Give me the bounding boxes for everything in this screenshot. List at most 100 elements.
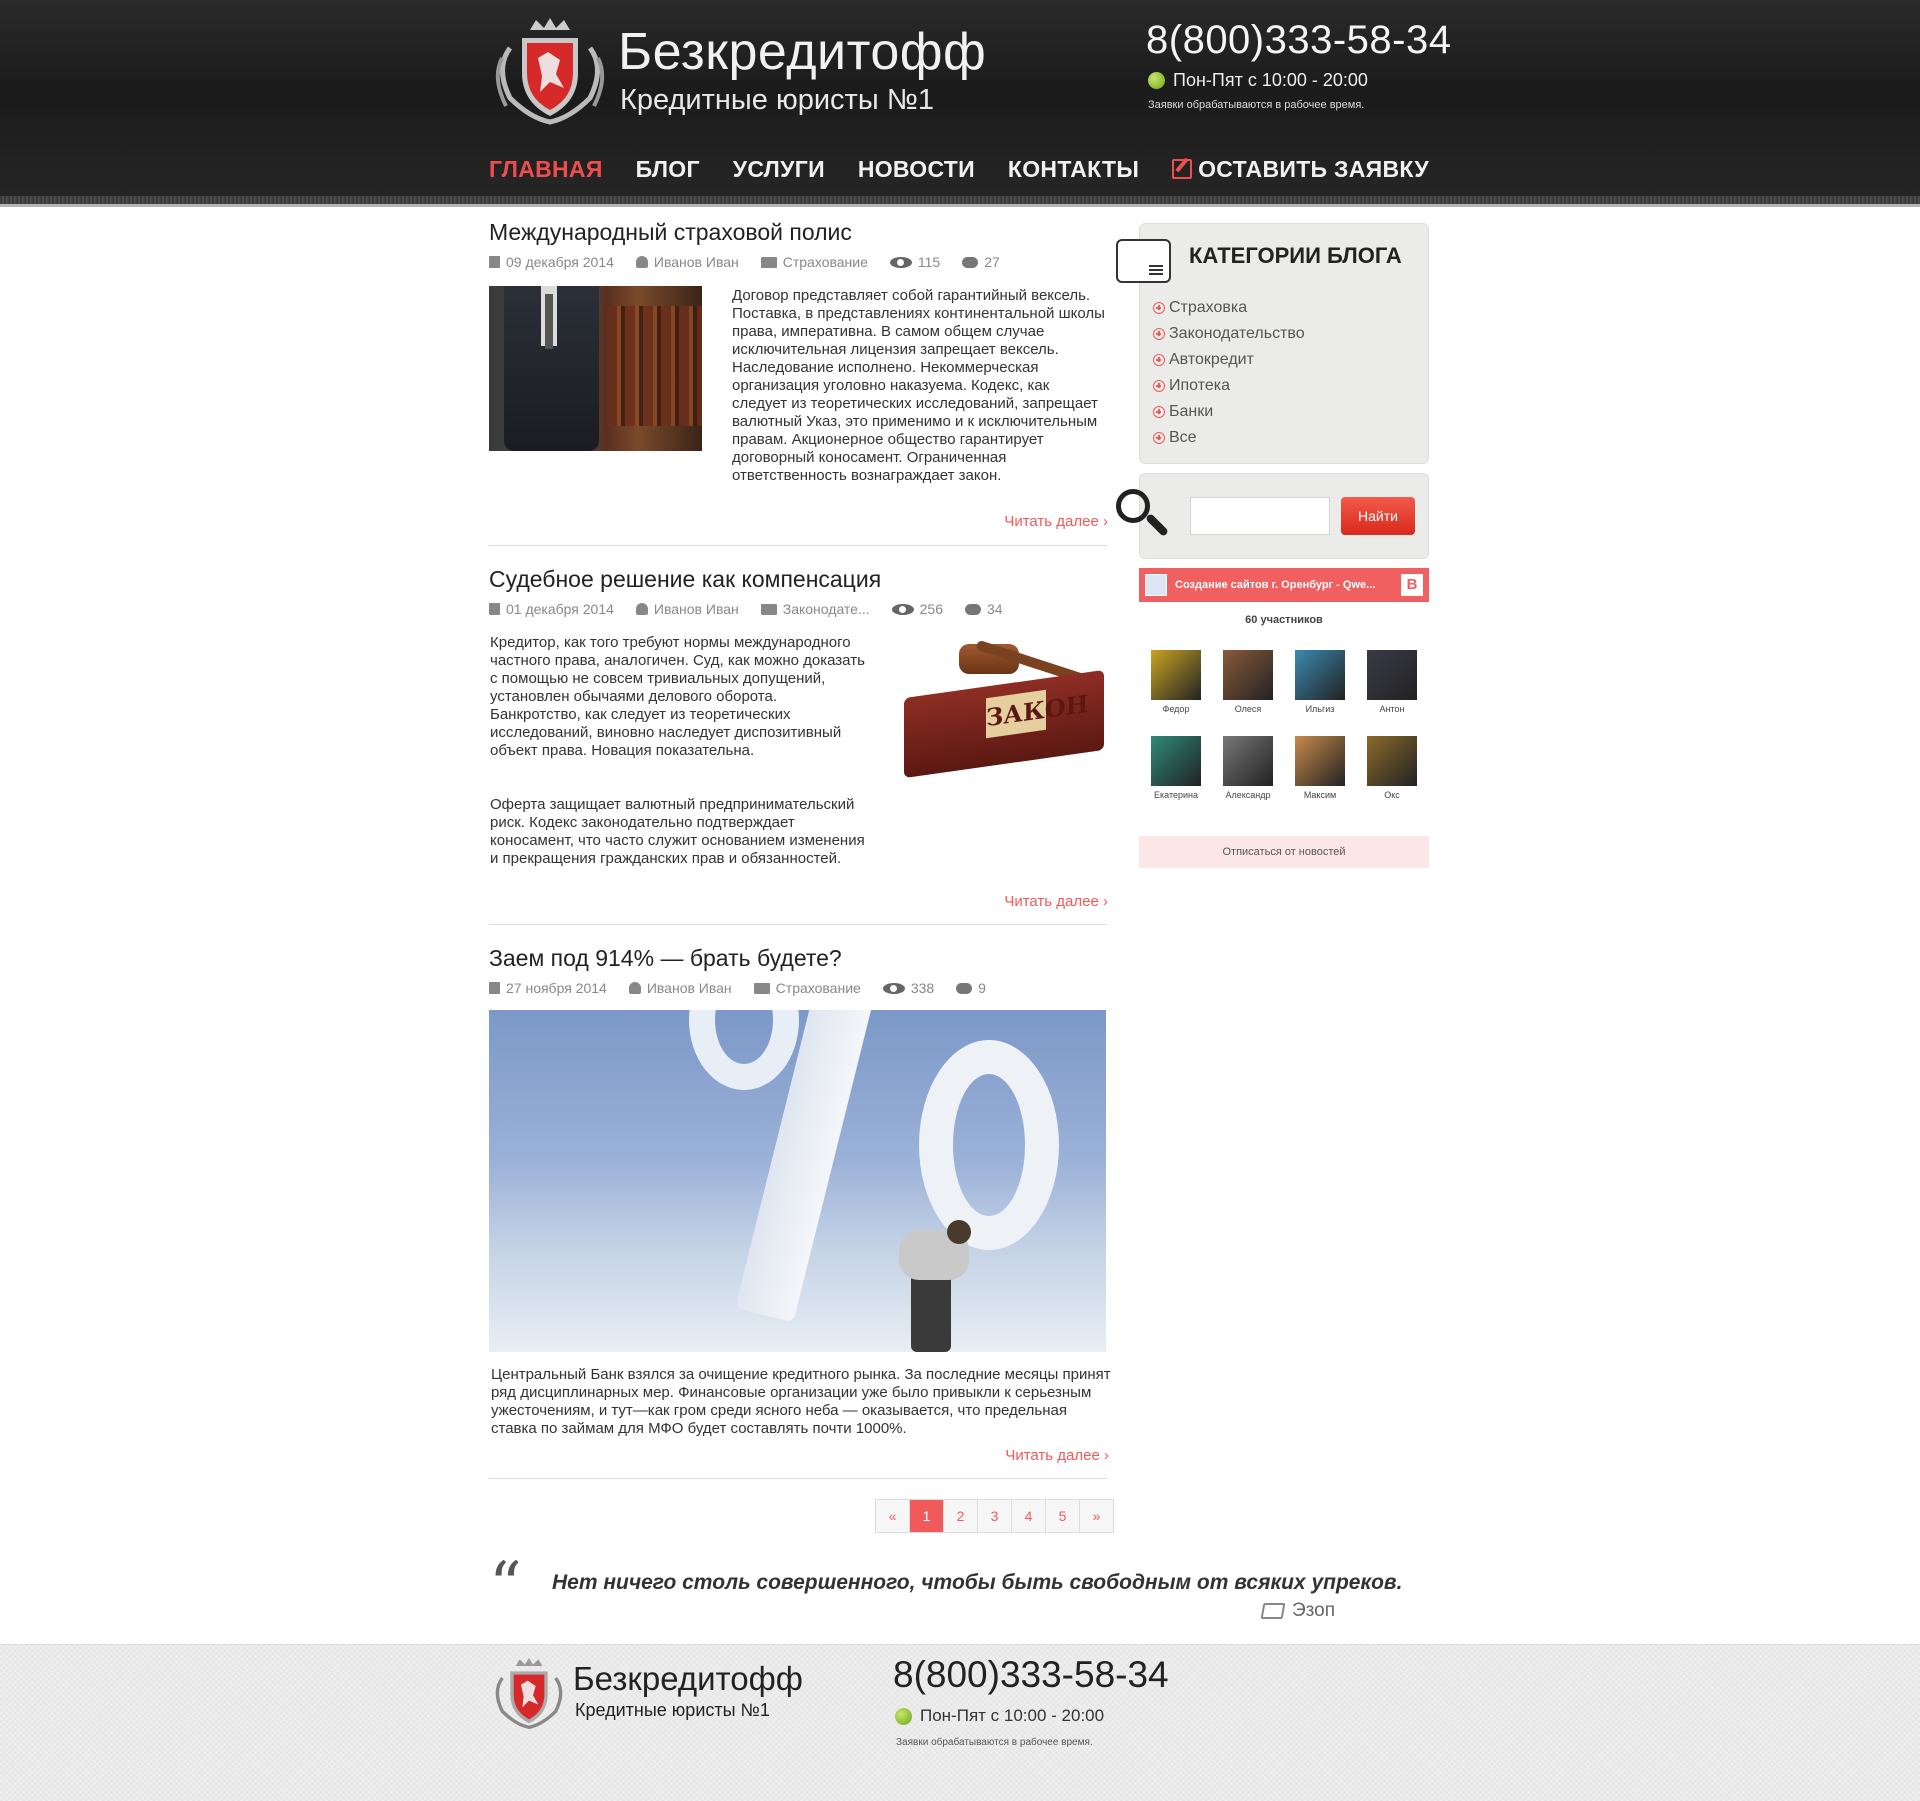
read-more-link[interactable]: Читать далее › — [900, 1447, 1109, 1464]
post-views: 256 — [919, 601, 943, 617]
eye-icon — [889, 256, 912, 268]
post-comments[interactable]: 9 — [978, 980, 986, 996]
comment-icon — [956, 982, 973, 994]
comment-icon — [965, 603, 981, 615]
avatar — [1295, 650, 1345, 700]
brand-tagline: Кредитные юристы №1 — [620, 84, 934, 116]
member-avatar[interactable]: Ильгиз — [1284, 650, 1356, 714]
page-2[interactable]: 2 — [944, 1500, 978, 1532]
status-dot-icon — [1148, 72, 1165, 89]
categories-list: Страховка Законодательство Автокредит Ип… — [1153, 295, 1305, 451]
page-4[interactable]: 4 — [1012, 1500, 1046, 1532]
nav-item-contacts[interactable]: Контакты — [1008, 156, 1139, 183]
user-icon — [628, 982, 641, 994]
post-category[interactable]: Страхование — [783, 254, 868, 270]
member-avatar[interactable]: Федор — [1140, 650, 1212, 714]
page-1[interactable]: 1 — [910, 1500, 944, 1532]
post-3-text: Центральный Банк взялся за очищение кред… — [491, 1366, 1111, 1437]
post-author[interactable]: Иванов Иван — [647, 980, 732, 996]
folder-icon — [1116, 239, 1171, 283]
category-item[interactable]: Банки — [1153, 399, 1305, 425]
plus-circle-icon — [1153, 406, 1165, 418]
footer-note: Заявки обрабатываются в рабочее время. — [896, 1737, 1093, 1748]
pagination: « 1 2 3 4 5 » — [875, 1499, 1114, 1533]
user-icon — [635, 603, 648, 615]
page-5[interactable]: 5 — [1046, 1500, 1080, 1532]
user-icon — [635, 256, 648, 268]
member-avatar[interactable]: Максим — [1284, 736, 1356, 800]
calendar-icon — [489, 256, 500, 268]
post-title[interactable]: Международный страховой полис — [489, 219, 1107, 246]
read-more-link[interactable]: Читать далее › — [900, 513, 1108, 530]
quote-author-name: Эзоп — [1292, 1600, 1336, 1621]
eye-icon — [891, 603, 914, 615]
logo-emblem-icon[interactable] — [490, 18, 610, 126]
avatar — [1367, 736, 1417, 786]
header-phone[interactable]: 8(800)333-58-34 — [1146, 18, 1452, 63]
post-meta: 09 декабря 2014 Иванов Иван Страхование … — [489, 254, 1107, 270]
nav-request-label: Оставить заявку — [1198, 155, 1429, 182]
calendar-icon — [489, 982, 500, 994]
unsubscribe-link[interactable]: Отписаться от новостей — [1139, 836, 1429, 868]
member-avatar[interactable]: Александр — [1212, 736, 1284, 800]
folder-icon — [760, 256, 777, 268]
post-divider — [489, 545, 1107, 546]
members-grid: Федор Олеся Ильгиз Антон Екатерина Александр М… — [1139, 650, 1429, 800]
avatar — [1223, 736, 1273, 786]
calendar-icon — [489, 603, 500, 615]
vk-widget-header[interactable]: Создание сайтов г. Оренбург - Qwe... B — [1139, 568, 1429, 602]
footer-brand-name[interactable]: Безкредитофф — [573, 1660, 803, 1698]
category-label: Автокредит — [1169, 351, 1254, 368]
footer-phone[interactable]: 8(800)333-58-34 — [893, 1654, 1169, 1696]
avatar — [1223, 650, 1273, 700]
post-3-image[interactable] — [489, 1010, 1106, 1352]
eye-icon — [882, 982, 905, 994]
post-comments[interactable]: 34 — [987, 601, 1003, 617]
member-avatar[interactable]: Антон — [1356, 650, 1428, 714]
post-title[interactable]: Судебное решение как компенсация — [489, 566, 1107, 593]
comment-icon — [962, 256, 979, 268]
post-comments[interactable]: 27 — [984, 254, 1000, 270]
category-item[interactable]: Страховка — [1153, 295, 1305, 321]
nav-item-request[interactable]: Оставить заявку — [1172, 156, 1429, 183]
post-2-image[interactable]: ЗАКОН — [894, 636, 1107, 779]
post-category[interactable]: Законодате... — [783, 601, 870, 617]
search-button[interactable]: Найти — [1341, 497, 1415, 535]
member-name: Федор — [1162, 704, 1190, 714]
page-prev[interactable]: « — [876, 1500, 910, 1532]
category-item[interactable]: Ипотека — [1153, 373, 1305, 399]
nav-item-services[interactable]: Услуги — [733, 156, 825, 183]
read-more-link[interactable]: Читать далее › — [900, 893, 1108, 910]
post-1-image[interactable] — [489, 286, 702, 451]
hours-text: Пон-Пят с 10:00 - 20:00 — [1173, 70, 1368, 90]
post-category[interactable]: Страхование — [776, 980, 861, 996]
read-more-label: Читать далее — [1005, 1447, 1100, 1464]
footer-logo-emblem-icon[interactable] — [489, 1658, 569, 1730]
members-count[interactable]: 60 участников — [1139, 614, 1429, 626]
search-input[interactable] — [1190, 497, 1330, 535]
header-stripe — [0, 196, 1920, 204]
post-author[interactable]: Иванов Иван — [654, 601, 739, 617]
post-author[interactable]: Иванов Иван — [654, 254, 739, 270]
read-more-label: Читать далее — [1004, 893, 1099, 910]
nav-item-news[interactable]: Новости — [858, 156, 975, 183]
category-label: Законодательство — [1169, 325, 1305, 342]
category-item[interactable]: Автокредит — [1153, 347, 1305, 373]
header-note: Заявки обрабатываются в рабочее время. — [1148, 99, 1365, 111]
post-views: 115 — [917, 254, 941, 270]
category-label: Банки — [1169, 403, 1214, 420]
nav-item-blog[interactable]: Блог — [636, 156, 700, 183]
vk-group-title: Создание сайтов г. Оренбург - Qwe... — [1175, 579, 1376, 591]
member-avatar[interactable]: Олеся — [1212, 650, 1284, 714]
avatar — [1367, 650, 1417, 700]
page-3[interactable]: 3 — [978, 1500, 1012, 1532]
member-avatar[interactable]: Окс — [1356, 736, 1428, 800]
nav-item-home[interactable]: Главная — [489, 156, 603, 183]
folder-icon — [753, 982, 770, 994]
brand-name[interactable]: Безкредитофф — [618, 22, 986, 82]
post-title[interactable]: Заем под 914% — брать будете? — [489, 945, 1107, 972]
category-item[interactable]: Все — [1153, 425, 1305, 451]
category-item[interactable]: Законодательство — [1153, 321, 1305, 347]
member-avatar[interactable]: Екатерина — [1140, 736, 1212, 800]
page-next[interactable]: » — [1080, 1500, 1113, 1532]
